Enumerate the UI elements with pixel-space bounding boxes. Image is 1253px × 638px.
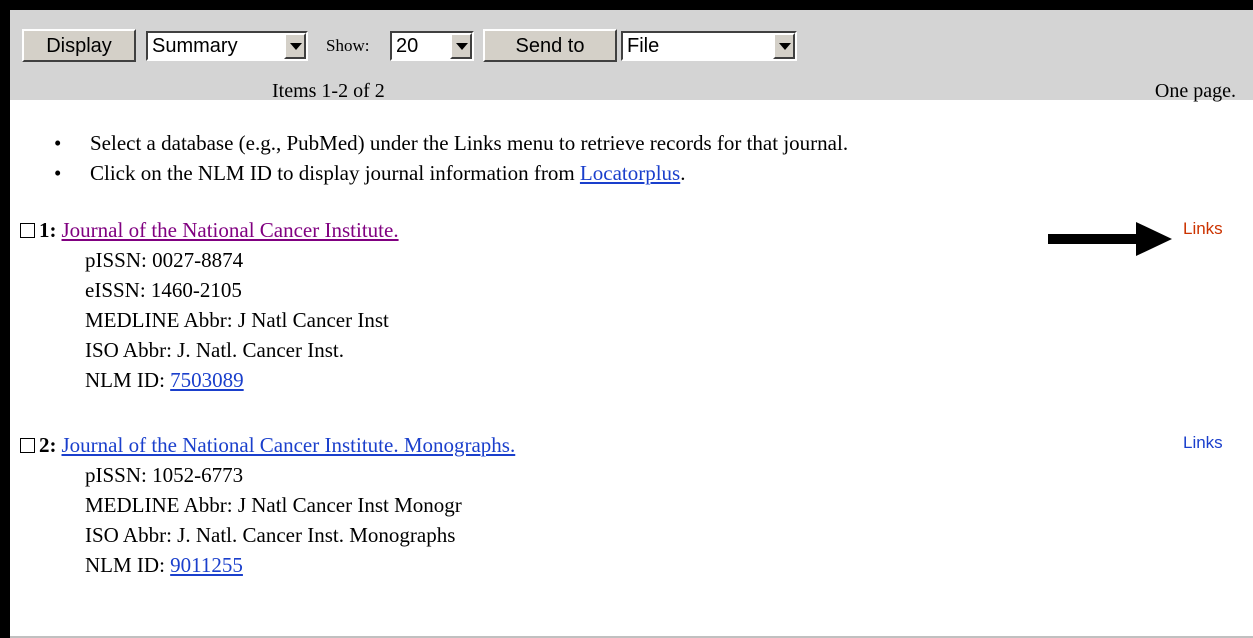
result-record-2: 2: Journal of the National Cancer Institu… (20, 430, 515, 580)
display-button[interactable]: Display (22, 29, 136, 62)
record-number: 2: (39, 433, 57, 457)
nlm-id-label: NLM ID: (85, 553, 171, 577)
record-checkbox[interactable] (20, 438, 35, 453)
record-iso-abbr: ISO Abbr: J. Natl. Cancer Inst. Monograp… (85, 523, 456, 547)
nlm-id-link[interactable]: 7503089 (170, 368, 244, 392)
format-select-value: Summary (152, 35, 238, 57)
instruction-item: Click on the NLM ID to display journal i… (52, 158, 848, 188)
send-to-value: File (627, 35, 660, 57)
instruction-item: Select a database (e.g., PubMed) under t… (52, 128, 848, 158)
record-pissn: pISSN: 1052-6773 (85, 463, 244, 487)
record-title-link[interactable]: Journal of the National Cancer Institute… (62, 218, 399, 242)
instruction-period: . (680, 161, 686, 185)
record-medline-abbr: MEDLINE Abbr: J Natl Cancer Inst (85, 308, 389, 332)
format-select[interactable]: Summary (146, 31, 308, 61)
right-arrow-icon (1048, 222, 1172, 256)
send-to-select[interactable]: File (621, 31, 797, 61)
record-header: 2: Journal of the National Cancer Institu… (20, 430, 515, 460)
record-pissn: pISSN: 0027-8874 (85, 248, 244, 272)
record-checkbox[interactable] (20, 223, 35, 238)
nlm-id-label: NLM ID: (85, 368, 171, 392)
instruction-text: Click on the NLM ID to display journal i… (90, 161, 580, 185)
results-toolbar: Display Summary Show: 20 Send to File It… (10, 10, 1253, 102)
record-header: 1: Journal of the National Cancer Institu… (20, 215, 399, 245)
show-count-value: 20 (396, 35, 419, 57)
record-iso-abbr: ISO Abbr: J. Natl. Cancer Inst. (85, 338, 344, 362)
show-label: Show: (326, 36, 370, 55)
result-record-1: 1: Journal of the National Cancer Institu… (20, 215, 399, 395)
record-number: 1: (39, 218, 57, 242)
nlm-id-link[interactable]: 9011255 (170, 553, 243, 577)
record-nlm-id: NLM ID: 9011255 (20, 550, 515, 580)
record-nlm-id: NLM ID: 7503089 (20, 365, 399, 395)
chevron-down-icon[interactable] (450, 33, 472, 59)
send-to-button[interactable]: Send to (483, 29, 617, 62)
links-menu-record-1[interactable]: Links (1183, 219, 1223, 239)
locatorplus-link[interactable]: Locatorplus (580, 161, 680, 185)
chevron-down-icon[interactable] (773, 33, 795, 59)
record-medline-abbr: MEDLINE Abbr: J Natl Cancer Inst Monogr (85, 493, 462, 517)
record-eissn: eISSN: 1460-2105 (85, 278, 242, 302)
record-title-link[interactable]: Journal of the National Cancer Institute… (62, 433, 516, 457)
show-count-select[interactable]: 20 (390, 31, 474, 61)
links-menu-record-2[interactable]: Links (1183, 433, 1223, 453)
page-count: One page. (1154, 80, 1236, 102)
chevron-down-icon[interactable] (284, 33, 306, 59)
instructions-list: Select a database (e.g., PubMed) under t… (52, 128, 848, 188)
items-count: Items 1-2 of 2 (272, 80, 385, 102)
